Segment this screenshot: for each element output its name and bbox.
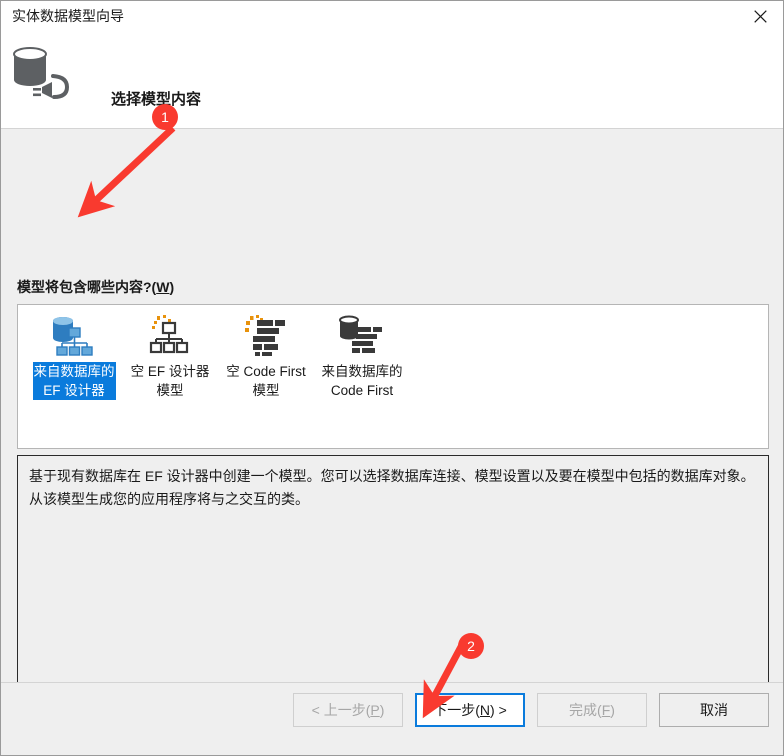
dialog-body: 模型将包含哪些内容?(W) 来自数据库的 EF 设计器 空 EF 设计器 模型 … (1, 129, 783, 755)
option-ef-designer-from-database[interactable]: 来自数据库的 EF 设计器 (26, 313, 122, 400)
prompt-label: 模型将包含哪些内容?(W) (17, 277, 174, 297)
code-lines-sparkle-glyph (245, 315, 285, 356)
back-button-prefix: < 上一步( (311, 702, 371, 718)
database-code-lines-icon (335, 313, 389, 359)
close-icon[interactable] (737, 1, 783, 32)
option-code-first-from-database[interactable]: 来自数据库的 Code First (314, 313, 410, 400)
chooser-options-row: 来自数据库的 EF 设计器 空 EF 设计器 模型 空 Code First 模… (18, 305, 768, 400)
back-button-suffix: ) (379, 702, 385, 718)
prompt-text-after: ) (169, 279, 175, 295)
next-button-suffix: ) > (490, 702, 507, 718)
prompt-text-before: 模型将包含哪些内容?( (17, 279, 157, 295)
option-label: 空 Code First 模型 (226, 364, 306, 398)
database-hierarchy-blue-icon (47, 313, 101, 359)
button-row: < 上一步(P) 下一步(N) > 完成(F) 取消 (293, 693, 769, 727)
back-button[interactable]: < 上一步(P) (293, 693, 403, 727)
close-glyph (753, 10, 767, 23)
title-bar: 实体数据模型向导 (1, 1, 783, 32)
description-text: 基于现有数据库在 EF 设计器中创建一个模型。您可以选择数据库连接、模型设置以及… (29, 468, 755, 507)
window-title: 实体数据模型向导 (12, 8, 124, 24)
option-empty-ef-designer-model[interactable]: 空 EF 设计器 模型 (122, 313, 218, 400)
finish-button-prefix: 完成( (569, 702, 602, 718)
option-label: 来自数据库的 Code First (321, 364, 403, 398)
next-button-accel: N (479, 702, 491, 718)
finish-button-suffix: ) (610, 702, 615, 718)
finish-button[interactable]: 完成(F) (537, 693, 647, 727)
finish-button-accel: F (601, 702, 611, 718)
hierarchy-sparkle-glyph (149, 315, 189, 354)
database-code-lines-glyph (339, 315, 382, 353)
dialog-footer: < 上一步(P) 下一步(N) > 完成(F) 取消 (1, 682, 783, 755)
model-content-chooser: 来自数据库的 EF 设计器 空 EF 设计器 模型 空 Code First 模… (17, 304, 769, 449)
next-button[interactable]: 下一步(N) > (415, 693, 525, 727)
cancel-button[interactable]: 取消 (659, 693, 769, 727)
database-hierarchy-blue-glyph (53, 317, 93, 356)
wizard-header: 选择模型内容 (1, 32, 783, 129)
database-plug-icon (9, 40, 79, 100)
code-lines-sparkle-icon (239, 313, 293, 359)
option-label: 来自数据库的 EF 设计器 (32, 362, 116, 400)
entity-data-model-wizard-dialog: 实体数据模型向导 选择模型内容 模型将包含哪些内容?(W) 来自数据库的 EF … (0, 0, 784, 756)
cancel-button-label: 取消 (700, 702, 728, 718)
option-label: 空 EF 设计器 模型 (130, 364, 210, 398)
prompt-accel: W (156, 279, 170, 295)
option-empty-code-first-model[interactable]: 空 Code First 模型 (218, 313, 314, 400)
description-panel: 基于现有数据库在 EF 设计器中创建一个模型。您可以选择数据库连接、模型设置以及… (17, 455, 769, 700)
back-button-accel: P (370, 702, 380, 718)
next-button-prefix: 下一步( (433, 702, 480, 718)
page-title: 选择模型内容 (111, 91, 202, 108)
database-plug-glyph (13, 47, 70, 99)
hierarchy-sparkle-icon (143, 313, 197, 359)
